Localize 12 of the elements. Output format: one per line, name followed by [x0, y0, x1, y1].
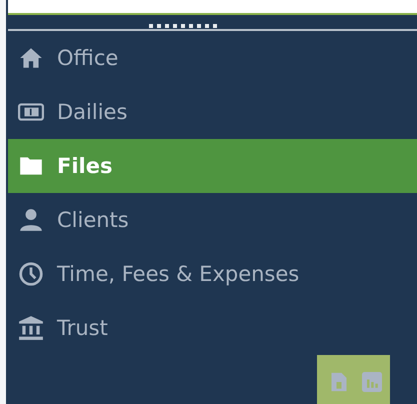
- bar-chart-icon[interactable]: [362, 372, 382, 392]
- menu-item[interactable]: Time, Fees & Expenses: [8, 247, 417, 301]
- menu-item[interactable]: Files: [8, 139, 417, 193]
- menu-item[interactable]: Clients: [8, 193, 417, 247]
- clock-icon: [18, 261, 44, 287]
- menu-item[interactable]: Trust: [8, 301, 417, 355]
- document-icon[interactable]: [329, 372, 349, 392]
- person-icon: [18, 207, 44, 233]
- resize-grip-icon[interactable]: [148, 24, 216, 28]
- bank-icon: [18, 315, 44, 341]
- menu-item[interactable]: Office: [8, 31, 417, 85]
- menu-item[interactable]: Dailies: [8, 85, 417, 139]
